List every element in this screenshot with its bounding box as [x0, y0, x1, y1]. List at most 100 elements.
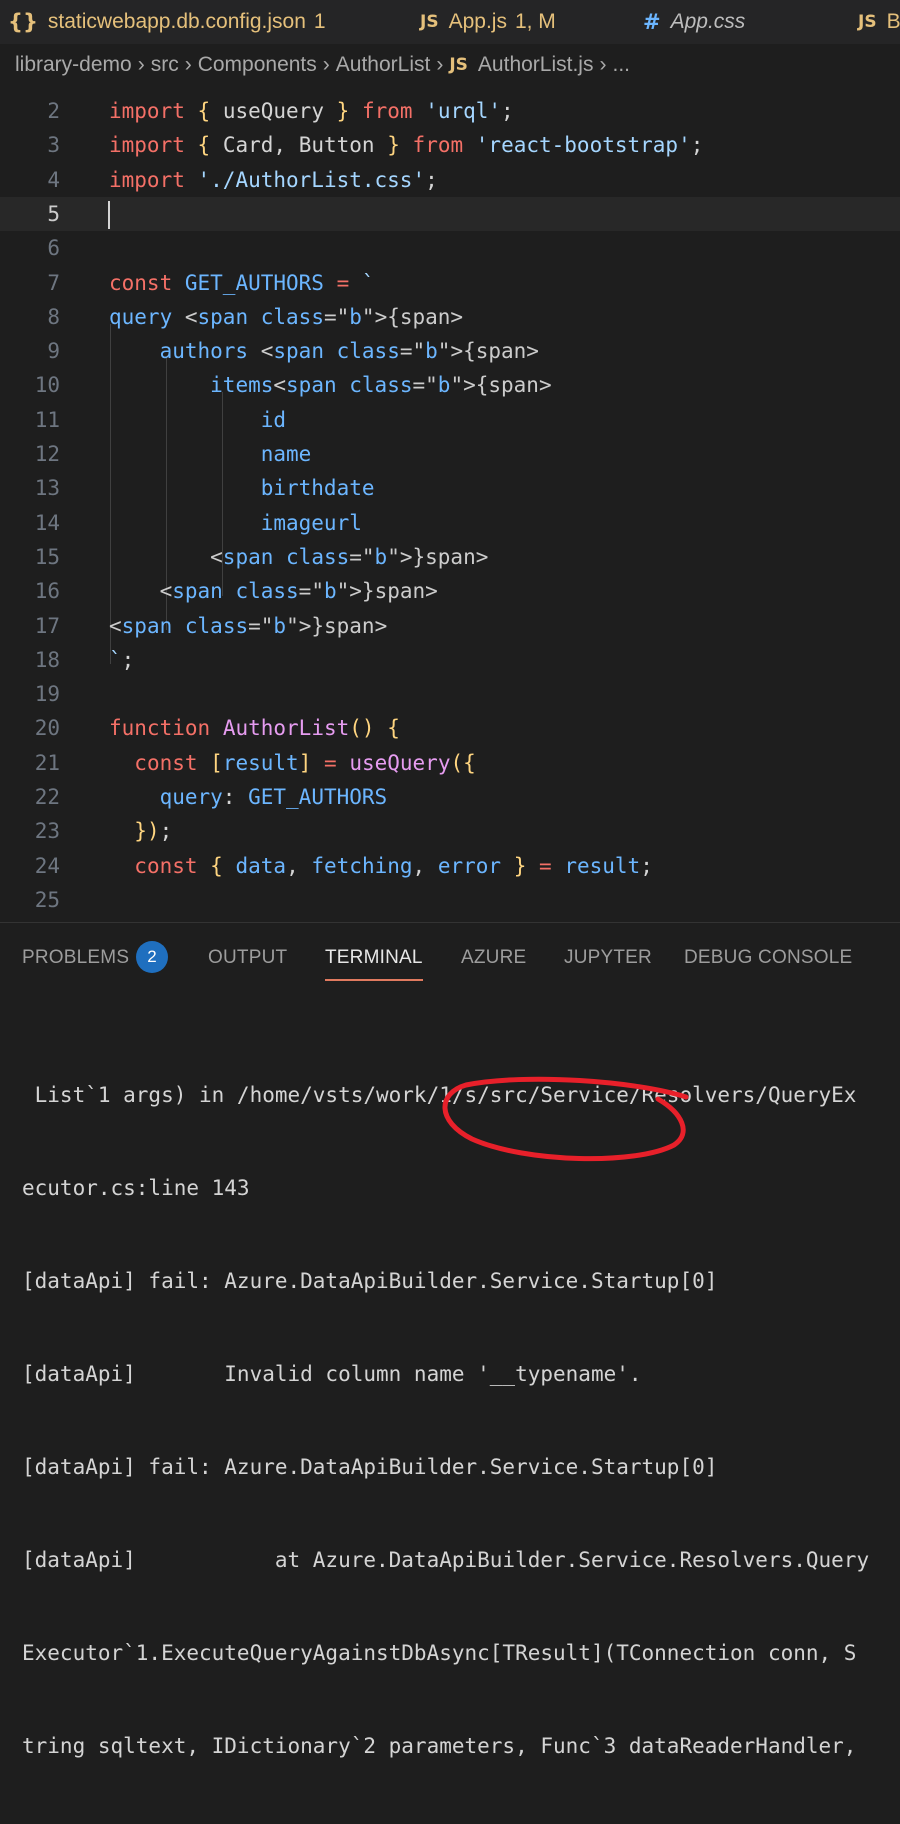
chevron-right-icon: ›	[184, 53, 192, 76]
line-number: 11	[34, 407, 60, 432]
chevron-right-icon: ›	[599, 53, 607, 76]
code-line[interactable]: 25	[0, 883, 900, 917]
code-line[interactable]: 16 <span class="b">}span>	[0, 574, 900, 608]
breadcrumb-item-symbols[interactable]: ...	[612, 53, 630, 77]
breadcrumb-item-project[interactable]: library-demo	[15, 53, 132, 77]
javascript-file-icon: JS	[420, 12, 439, 32]
code-line[interactable]: 9 authors <span class="b">{span>	[0, 334, 900, 368]
code-line[interactable]: 17 <span class="b">}span>	[0, 609, 900, 643]
line-number: 19	[34, 682, 60, 707]
line-number: 21	[34, 750, 60, 775]
line-number: 13	[34, 476, 60, 501]
line-number: 7	[47, 270, 60, 295]
code-editor[interactable]: 2 import { useQuery } from 'urql'; 3 import…	[0, 86, 900, 922]
code-text: const { data, fetching, error } = result…	[134, 853, 653, 878]
code-line[interactable]: 22 query: GET_AUTHORS	[0, 780, 900, 814]
code-line[interactable]: 13 birthdate	[0, 471, 900, 505]
line-number: 10	[34, 373, 60, 398]
line-number: 6	[47, 236, 60, 261]
editor-tab-bar: {} staticwebapp.db.config.json 1 JS App.…	[0, 0, 900, 44]
code-text: import './AuthorList.css';	[109, 167, 438, 192]
code-text: });	[134, 819, 173, 844]
tab-label: B	[886, 10, 900, 33]
chevron-right-icon: ›	[137, 53, 145, 76]
bottom-panel: PROBLEMS OUTPUT TERMINAL AZURE JUPYTER D…	[0, 922, 900, 1758]
breadcrumb-item-file[interactable]: AuthorList.js	[478, 53, 594, 77]
problems-count-badge: 2	[136, 941, 168, 973]
line-number: 8	[47, 304, 60, 329]
code-text: <span class="b">}span>	[109, 544, 489, 569]
code-line[interactable]: 19	[0, 677, 900, 711]
code-line[interactable]: 6	[0, 231, 900, 265]
tab-status: 1, M	[514, 10, 556, 33]
code-line[interactable]: 20 function AuthorList() {	[0, 711, 900, 745]
code-line[interactable]: 15 <span class="b">}span>	[0, 540, 900, 574]
tab-azure[interactable]: AZURE	[461, 947, 526, 969]
tab-terminal[interactable]: TERMINAL	[325, 947, 423, 981]
line-number: 4	[47, 167, 60, 192]
code-line[interactable]: 21 const [result] = useQuery({	[0, 746, 900, 780]
line-number: 18	[34, 647, 60, 672]
breadcrumb: library-demo › src › Components › Author…	[0, 44, 900, 86]
terminal-line: [dataApi] fail: Azure.DataApiBuilder.Ser…	[22, 1455, 718, 1479]
tab-staticwebapp-config[interactable]: {} staticwebapp.db.config.json 1	[8, 0, 326, 44]
code-text: birthdate	[260, 476, 375, 501]
code-line[interactable]: 4 import './AuthorList.css';	[0, 163, 900, 197]
code-line[interactable]: 18 `;	[0, 643, 900, 677]
code-text: id	[260, 407, 287, 432]
line-number: 24	[34, 853, 60, 878]
code-text: imageurl	[260, 510, 362, 535]
code-line[interactable]: 14 imageurl	[0, 506, 900, 540]
line-number: 5	[47, 201, 60, 226]
code-line[interactable]: 3 import { Card, Button } from 'react-boo…	[0, 128, 900, 162]
breadcrumb-item-src[interactable]: src	[151, 53, 179, 77]
panel-tabs: PROBLEMS OUTPUT TERMINAL AZURE JUPYTER D…	[0, 923, 900, 993]
code-text: <span class="b">}span>	[109, 579, 438, 604]
line-number: 12	[34, 442, 60, 466]
tab-debug-console[interactable]: DEBUG CONSOLE	[684, 947, 852, 969]
code-line[interactable]: 2 import { useQuery } from 'urql';	[0, 94, 900, 128]
line-number: 15	[34, 544, 60, 569]
code-line[interactable]: 11 id	[0, 403, 900, 437]
code-text: <span class="b">}span>	[109, 613, 388, 638]
tab-label: App.js	[448, 10, 507, 33]
code-line[interactable]: 7 const GET_AUTHORS = `	[0, 266, 900, 300]
line-number: 22	[34, 785, 60, 809]
code-line[interactable]: 5	[0, 196, 900, 231]
breadcrumb-item-authorlist-folder[interactable]: AuthorList	[336, 53, 431, 77]
css-file-icon: #	[643, 10, 661, 34]
tab-label: staticwebapp.db.config.json	[47, 10, 306, 33]
tab-output[interactable]: OUTPUT	[208, 947, 287, 969]
tab-problems[interactable]: PROBLEMS	[22, 947, 129, 969]
code-line[interactable]: 10 items<span class="b">{span>	[0, 368, 900, 402]
line-number: 2	[47, 99, 60, 123]
tab-app-css[interactable]: # App.css	[643, 0, 745, 44]
code-text: authors <span class="b">{span>	[159, 339, 539, 364]
code-line[interactable]: 12 name	[0, 437, 900, 471]
code-line[interactable]: 23 });	[0, 814, 900, 848]
terminal-output[interactable]: List`1 args) in /home/vsts/work/1/s/src/…	[22, 1018, 892, 1824]
terminal-line: List`1 args) in /home/vsts/work/1/s/src/…	[22, 1083, 857, 1107]
chevron-right-icon: ›	[436, 53, 444, 76]
javascript-file-icon: JS	[449, 55, 468, 75]
terminal-line: [dataApi] at Azure.DataApiBuilder.Servic…	[22, 1548, 870, 1572]
tab-app-js[interactable]: JS App.js 1, M	[420, 0, 556, 44]
breadcrumb-item-components[interactable]: Components	[198, 53, 317, 77]
terminal-line: tring sqltext, IDictionary`2 parameters,…	[22, 1734, 857, 1758]
code-text: import { Card, Button } from 'react-boot…	[109, 133, 704, 158]
code-text: `;	[109, 647, 135, 672]
json-file-icon: {}	[8, 10, 38, 34]
terminal-line: ecutor.cs:line 143	[22, 1176, 250, 1200]
line-number: 14	[34, 510, 60, 535]
tab-overflow[interactable]: JS B	[858, 0, 900, 44]
code-text: const [result] = useQuery({	[134, 750, 476, 775]
line-number: 17	[34, 613, 60, 638]
tab-status: 1	[313, 10, 326, 33]
tab-jupyter[interactable]: JUPYTER	[564, 947, 652, 969]
code-line[interactable]: 24 const { data, fetching, error } = res…	[0, 849, 900, 883]
terminal-line: [dataApi] fail: Azure.DataApiBuilder.Ser…	[22, 1269, 718, 1293]
terminal-line: [dataApi] Invalid column name '__typenam…	[22, 1362, 642, 1386]
terminal-line: Executor`1.ExecuteQueryAgainstDbAsync[TR…	[22, 1641, 857, 1665]
code-line[interactable]: 8 query <span class="b">{span>	[0, 300, 900, 334]
text-cursor	[108, 200, 110, 229]
